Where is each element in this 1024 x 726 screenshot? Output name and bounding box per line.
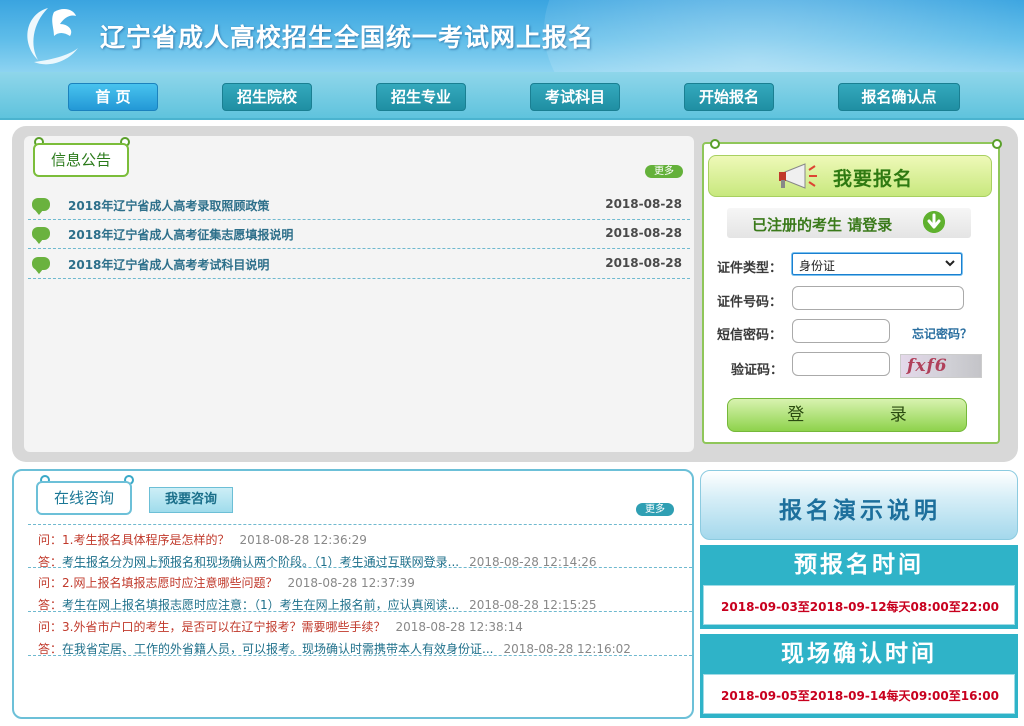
id-number-label: 证件号码： [717, 295, 783, 310]
notice-title[interactable]: 2018年辽宁省成人高考征集志愿填报说明 [68, 226, 293, 243]
site-title: 辽宁省成人高校招生全国统一考试网上报名 [100, 23, 595, 52]
question-label: 问： [38, 533, 63, 547]
pre-registration-time-box: 预报名时间 2018-09-03至2018-09-12每天08:00至22:00 [700, 545, 1018, 629]
sms-password-input[interactable] [792, 319, 890, 343]
notice-more-button[interactable]: 更多 [645, 165, 683, 178]
pre-registration-title: 预报名时间 [794, 552, 924, 578]
nav-start-registration[interactable]: 开始报名 [684, 83, 774, 111]
question-time: 2018-08-28 12:37:39 [287, 576, 415, 590]
question-text[interactable]: 3.外省市户口的考生，是否可以在辽宁报考？需要哪些手续？ [62, 620, 385, 634]
answer-time: 2018-08-28 12:15:25 [469, 598, 597, 612]
onsite-confirm-value: 2018-09-05至2018-09-14每天09:00至16:00 [721, 689, 999, 703]
pin-icon [992, 139, 1002, 149]
captcha-label: 验证码： [731, 363, 784, 378]
answer-label: 答： [38, 642, 63, 656]
registration-demo-button[interactable]: 报名演示说明 [700, 470, 1018, 540]
notice-title[interactable]: 2018年辽宁省成人高考录取照顾政策 [68, 197, 269, 214]
question-time: 2018-08-28 12:36:29 [239, 533, 367, 547]
pin-icon [710, 139, 720, 149]
answer-time: 2018-08-28 12:16:02 [503, 642, 631, 656]
dove-logo-icon [27, 8, 78, 65]
nav-home[interactable]: 首 页 [68, 83, 158, 111]
login-subtitle: 已注册的考生 请登录 [752, 216, 893, 234]
pre-registration-value: 2018-09-03至2018-09-12每天08:00至22:00 [721, 600, 999, 614]
question-text[interactable]: 2.网上报名填报志愿时应注意哪些问题？ [62, 576, 277, 590]
notice-date: 2018-08-28 [605, 197, 682, 211]
captcha-code: fxf6 [907, 356, 948, 376]
notice-date: 2018-08-28 [605, 226, 682, 240]
speech-bubble-icon [32, 257, 50, 274]
sms-password-label: 短信密码： [717, 328, 783, 343]
notice-row[interactable]: 2018年辽宁省成人高考考试科目说明 2018-08-28 [28, 249, 690, 279]
nav-schools[interactable]: 招生院校 [222, 83, 312, 111]
notice-row[interactable]: 2018年辽宁省成人高考录取照顾政策 2018-08-28 [28, 190, 690, 220]
captcha-input[interactable] [792, 352, 890, 376]
nav-confirm-sites[interactable]: 报名确认点 [838, 83, 960, 111]
id-type-value: 身份证 [799, 259, 836, 273]
nav-subjects[interactable]: 考试科目 [530, 83, 620, 111]
notice-date: 2018-08-28 [605, 256, 682, 270]
qa-item[interactable]: 问：1.考生报名具体程序是怎样的？ 2018-08-28 12:36:29 答：考… [28, 524, 692, 569]
notice-row[interactable]: 2018年辽宁省成人高考征集志愿填报说明 2018-08-28 [28, 219, 690, 249]
demo-label: 报名演示说明 [779, 498, 941, 524]
consult-more-button[interactable]: 更多 [636, 503, 674, 516]
id-number-input[interactable] [792, 286, 964, 310]
id-type-select[interactable]: 身份证 [792, 253, 962, 275]
question-label: 问： [38, 576, 63, 590]
answer-label: 答： [38, 555, 63, 569]
consult-label: 在线咨询 [36, 481, 132, 515]
onsite-confirm-time-box: 现场确认时间 2018-09-05至2018-09-14每天09:00至16:0… [700, 634, 1018, 718]
login-button[interactable]: 登 录 [727, 398, 967, 432]
question-text[interactable]: 1.考生报名具体程序是怎样的？ [62, 533, 229, 547]
nav-majors[interactable]: 招生专业 [376, 83, 466, 111]
megaphone-icon [779, 163, 817, 189]
answer-label: 答： [38, 598, 63, 612]
onsite-confirm-title: 现场确认时间 [781, 641, 937, 667]
register-header: 我要报名 [708, 155, 992, 197]
speech-bubble-icon [32, 227, 50, 244]
notice-panel [24, 136, 694, 452]
qa-item[interactable]: 问：2.网上报名填报志愿时应注意哪些问题？ 2018-08-28 12:37:39… [28, 568, 692, 612]
chevron-down-icon [945, 260, 955, 267]
ask-question-button[interactable]: 我要咨询 [149, 487, 233, 513]
answer-text[interactable]: 在我省定居、工作的外省籍人员，可以报考。现场确认时需携带本人有效身份证... [62, 642, 493, 656]
answer-text[interactable]: 考生报名分为网上预报名和现场确认两个阶段。（1）考生通过互联网登录... [62, 555, 459, 569]
main-nav: 首 页 招生院校 招生专业 考试科目 开始报名 报名确认点 [0, 72, 1024, 120]
qa-item[interactable]: 问：3.外省市户口的考生，是否可以在辽宁报考？需要哪些手续？ 2018-08-28… [28, 612, 692, 656]
answer-text[interactable]: 考生在网上报名填报志愿时应注意：（1）考生在网上报名前，应认真阅读... [62, 598, 459, 612]
forgot-password-link[interactable]: 忘记密码？ [912, 325, 972, 342]
question-label: 问： [38, 620, 63, 634]
answer-time: 2018-08-28 12:14:26 [469, 555, 597, 569]
notice-label: 信息公告 [33, 143, 129, 177]
id-type-label: 证件类型： [717, 261, 783, 276]
arrow-down-icon [923, 211, 945, 233]
speech-bubble-icon [32, 198, 50, 215]
captcha-image[interactable]: fxf6 [900, 354, 982, 378]
login-subtitle-bar: 已注册的考生 请登录 [727, 208, 971, 238]
globe-decoration [544, 0, 1024, 72]
question-time: 2018-08-28 12:38:14 [395, 620, 523, 634]
site-header: 辽宁省成人高校招生全国统一考试网上报名 [0, 0, 1024, 72]
notice-title[interactable]: 2018年辽宁省成人高考考试科目说明 [68, 256, 269, 273]
register-title: 我要报名 [833, 168, 914, 190]
